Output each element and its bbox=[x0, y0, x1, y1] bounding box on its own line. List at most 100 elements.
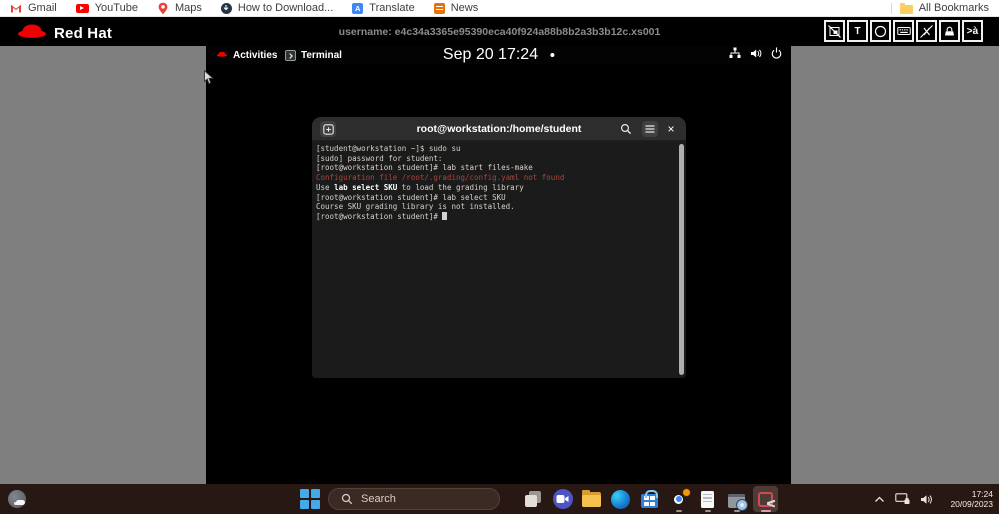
news-icon bbox=[434, 3, 445, 14]
redhat-fedora-icon bbox=[16, 20, 48, 46]
focused-app-menu[interactable]: Terminal bbox=[285, 46, 342, 64]
mouse-cursor bbox=[203, 70, 215, 90]
gnome-clock-button[interactable]: Sep 20 17:24 bbox=[443, 46, 554, 64]
speaker-icon[interactable] bbox=[920, 494, 933, 505]
terminal-close-button[interactable]: × bbox=[663, 121, 679, 137]
bookmark-label: How to Download... bbox=[238, 2, 333, 14]
gnome-system-menu[interactable] bbox=[729, 46, 782, 64]
running-indicator bbox=[734, 510, 740, 512]
file-explorer-icon bbox=[582, 492, 601, 507]
gnome-clock-text: Sep 20 17:24 bbox=[443, 46, 538, 64]
taskbar-date: 20/09/2023 bbox=[950, 499, 993, 509]
screen: Gmail YouTube Maps How to Download... A … bbox=[0, 0, 999, 514]
bookmarks-bar: Gmail YouTube Maps How to Download... A … bbox=[0, 0, 999, 17]
terminal-search-button[interactable] bbox=[618, 121, 634, 137]
taskbar-app-icons bbox=[521, 486, 778, 512]
weather-widget-icon[interactable] bbox=[8, 490, 26, 508]
bookmark-news[interactable]: News bbox=[434, 2, 479, 14]
terminal-menu-button[interactable] bbox=[642, 121, 658, 137]
tray-chevron-icon[interactable] bbox=[874, 496, 885, 503]
chrome-button[interactable] bbox=[666, 486, 691, 512]
circle-button[interactable] bbox=[870, 20, 891, 42]
running-indicator bbox=[761, 510, 771, 512]
console-username-text: username: e4c34a3365e95390eca40f924a88b8… bbox=[339, 26, 661, 38]
translate-icon: A bbox=[352, 3, 363, 14]
display-capture-off-button[interactable] bbox=[824, 20, 845, 42]
notepad-icon bbox=[701, 491, 714, 508]
chrome-notification-badge bbox=[682, 488, 691, 497]
terminal-titlebar[interactable]: root@workstation:/home/student × bbox=[312, 117, 686, 141]
terminal-output[interactable]: [student@workstation ~]$ sudo su[sudo] p… bbox=[312, 141, 686, 378]
redhat-logo: Red Hat bbox=[16, 20, 112, 46]
running-indicator bbox=[705, 510, 711, 512]
activities-button[interactable]: Activities bbox=[216, 46, 277, 64]
start-button[interactable] bbox=[300, 489, 320, 509]
edge-button[interactable] bbox=[608, 486, 633, 512]
new-tab-button[interactable] bbox=[320, 121, 336, 137]
lock-button[interactable] bbox=[939, 20, 960, 42]
youtube-icon bbox=[76, 4, 89, 13]
microsoft-store-icon bbox=[641, 494, 658, 508]
microsoft-store-button[interactable] bbox=[637, 486, 662, 512]
installer-button[interactable] bbox=[724, 486, 749, 512]
bookmark-label: Gmail bbox=[28, 2, 57, 14]
bookmarks-separator bbox=[891, 3, 892, 14]
bookmark-translate[interactable]: A Translate bbox=[352, 2, 414, 14]
snipping-tool-icon bbox=[758, 492, 773, 507]
remote-viewer-area: Activities Terminal Sep 20 17:24 bbox=[0, 46, 999, 484]
bookmark-label: Translate bbox=[369, 2, 414, 14]
terminal-app-icon bbox=[285, 50, 296, 61]
console-toolbar: T >à bbox=[824, 20, 983, 42]
redhat-fedora-mini-icon bbox=[216, 50, 228, 61]
bookmark-gmail[interactable]: Gmail bbox=[10, 2, 57, 14]
taskbar-time: 17:24 bbox=[950, 489, 993, 499]
notepad-button[interactable] bbox=[695, 486, 720, 512]
folder-icon bbox=[900, 5, 913, 14]
task-view-button[interactable] bbox=[521, 486, 546, 512]
text-input-button[interactable]: T bbox=[847, 20, 868, 42]
bookmark-maps[interactable]: Maps bbox=[157, 2, 202, 15]
bookmark-label: Maps bbox=[175, 2, 202, 14]
gmail-icon bbox=[10, 3, 22, 13]
pointer-off-button[interactable] bbox=[916, 20, 937, 42]
task-view-icon bbox=[525, 491, 542, 508]
system-tray bbox=[874, 484, 933, 514]
notification-dot bbox=[550, 53, 554, 57]
network-icon[interactable] bbox=[895, 493, 910, 505]
chat-button[interactable] bbox=[550, 486, 575, 512]
focused-app-label: Terminal bbox=[301, 50, 342, 61]
keyboard-button[interactable] bbox=[893, 20, 914, 42]
vm-screen: Activities Terminal Sep 20 17:24 bbox=[206, 46, 791, 484]
running-indicator bbox=[676, 510, 682, 512]
search-icon bbox=[341, 493, 353, 505]
download-site-icon bbox=[221, 3, 232, 14]
terminal-scrollbar[interactable] bbox=[679, 144, 684, 375]
volume-icon bbox=[750, 46, 762, 64]
power-icon bbox=[771, 46, 782, 64]
terminal-title: root@workstation:/home/student bbox=[417, 123, 582, 135]
bookmark-label: YouTube bbox=[95, 2, 138, 14]
bookmark-youtube[interactable]: YouTube bbox=[76, 2, 138, 14]
redhat-console-header: Red Hat username: e4c34a3365e95390eca40f… bbox=[0, 17, 999, 46]
maps-icon bbox=[157, 2, 169, 15]
file-explorer-button[interactable] bbox=[579, 486, 604, 512]
search-label: Search bbox=[361, 493, 396, 505]
taskbar-clock[interactable]: 17:24 20/09/2023 bbox=[950, 489, 993, 509]
edge-icon bbox=[611, 490, 630, 509]
activities-label: Activities bbox=[233, 50, 277, 61]
language-input-button[interactable]: >à bbox=[962, 20, 983, 42]
chrome-icon bbox=[669, 490, 688, 509]
all-bookmarks-label: All Bookmarks bbox=[919, 2, 989, 14]
chat-icon bbox=[553, 489, 573, 509]
bookmark-how-to-download[interactable]: How to Download... bbox=[221, 2, 333, 14]
snipping-tool-button[interactable] bbox=[753, 486, 778, 512]
taskbar-search-box[interactable]: Search bbox=[328, 488, 500, 510]
network-topology-icon bbox=[729, 46, 741, 64]
windows-taskbar: Search bbox=[0, 484, 999, 514]
redhat-brand-text: Red Hat bbox=[54, 25, 112, 42]
gnome-top-bar: Activities Terminal Sep 20 17:24 bbox=[206, 46, 791, 64]
installer-icon bbox=[728, 494, 745, 508]
terminal-window: root@workstation:/home/student × [studen… bbox=[312, 117, 686, 378]
bookmark-label: News bbox=[451, 2, 479, 14]
all-bookmarks-button[interactable]: All Bookmarks bbox=[900, 2, 989, 14]
